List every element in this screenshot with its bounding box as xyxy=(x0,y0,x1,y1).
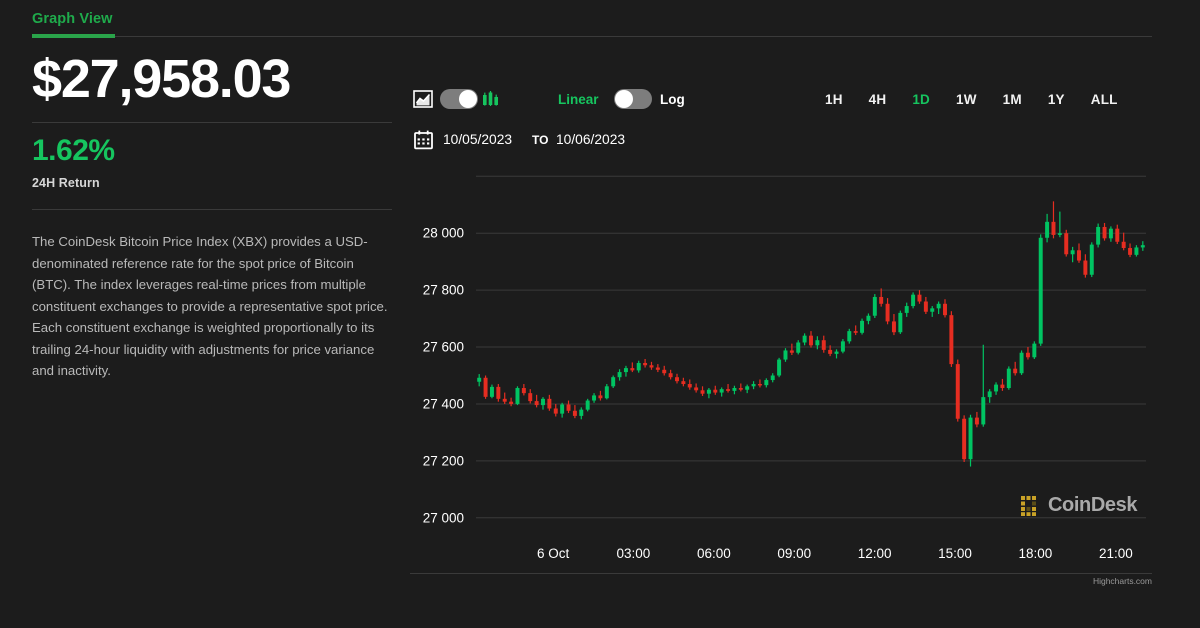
price-value: $27,958.03 xyxy=(32,48,392,110)
highcharts-credit[interactable]: Highcharts.com xyxy=(1093,576,1152,586)
y-axis-tick-label: 27 000 xyxy=(423,510,464,525)
x-axis-tick-label: 03:00 xyxy=(617,546,651,561)
x-axis-tick-label: 06:00 xyxy=(697,546,731,561)
tab-bar: Graph View xyxy=(0,0,1200,40)
candlestick-icon[interactable] xyxy=(482,90,499,108)
range-button-1m[interactable]: 1M xyxy=(1003,92,1022,107)
tab-bar-divider xyxy=(32,36,1152,37)
date-to-field[interactable]: 10/06/2023 xyxy=(556,132,625,147)
range-button-1d[interactable]: 1D xyxy=(912,92,930,107)
scale-linear-label[interactable]: Linear xyxy=(558,92,599,107)
y-axis-tick-label: 27 200 xyxy=(423,453,464,468)
date-from-field[interactable]: 10/05/2023 xyxy=(443,132,512,147)
tab-active-underline xyxy=(32,34,115,38)
x-axis-tick-label: 15:00 xyxy=(938,546,972,561)
coindesk-watermark: CoinDesk xyxy=(1020,494,1137,517)
range-button-all[interactable]: ALL xyxy=(1091,92,1118,107)
range-button-1h[interactable]: 1H xyxy=(825,92,843,107)
calendar-icon[interactable] xyxy=(414,130,433,150)
date-range-separator: TO xyxy=(532,133,548,147)
y-axis-tick-label: 28 000 xyxy=(423,226,464,241)
change-period-label: 24H Return xyxy=(32,176,100,190)
index-description: The CoinDesk Bitcoin Price Index (XBX) p… xyxy=(32,231,394,382)
summary-column: $27,958.03 xyxy=(32,48,392,110)
range-button-1y[interactable]: 1Y xyxy=(1048,92,1065,107)
scale-toggle[interactable] xyxy=(614,89,652,109)
x-axis-tick-label: 21:00 xyxy=(1099,546,1133,561)
tab-graph-view[interactable]: Graph View xyxy=(32,11,113,27)
y-axis-tick-label: 27 800 xyxy=(423,283,464,298)
candlestick-series xyxy=(477,201,1145,466)
chart-type-toggle-knob xyxy=(459,90,477,108)
change-percent: 1.62% xyxy=(32,134,115,168)
chart-type-toggle[interactable] xyxy=(440,89,478,109)
range-button-4h[interactable]: 4H xyxy=(869,92,887,107)
x-axis-tick-label: 18:00 xyxy=(1019,546,1053,561)
coindesk-logo-icon xyxy=(1020,495,1042,517)
chart-controls-row: Linear Log 1H 4H 1D 1W 1M 1Y ALL xyxy=(410,84,1152,114)
summary-divider-bottom xyxy=(32,209,392,210)
time-range-selector: 1H 4H 1D 1W 1M 1Y ALL xyxy=(825,91,1118,111)
coindesk-watermark-text: CoinDesk xyxy=(1048,494,1137,517)
scale-toggle-knob xyxy=(615,90,633,108)
summary-divider-top xyxy=(32,122,392,123)
panel-bottom-divider xyxy=(410,573,1152,574)
line-chart-icon[interactable] xyxy=(413,90,433,108)
range-button-1w[interactable]: 1W xyxy=(956,92,977,107)
coindesk-bitcoin-price-index-panel: Graph View $27,958.03 1.62% 24H Return T… xyxy=(0,0,1200,628)
candlestick-chart[interactable]: 27 000 27 200 27 400 27 600 27 800 28 000 6 Oc… xyxy=(410,174,1152,574)
x-axis-tick-label: 12:00 xyxy=(858,546,892,561)
chart-panel: Linear Log 1H 4H 1D 1W 1M 1Y ALL xyxy=(410,48,1152,576)
x-axis-tick-label: 6 Oct xyxy=(537,546,570,561)
scale-log-label[interactable]: Log xyxy=(660,92,685,107)
x-axis-tick-label: 09:00 xyxy=(777,546,811,561)
y-axis-tick-label: 27 400 xyxy=(423,397,464,412)
y-axis-tick-label: 27 600 xyxy=(423,340,464,355)
